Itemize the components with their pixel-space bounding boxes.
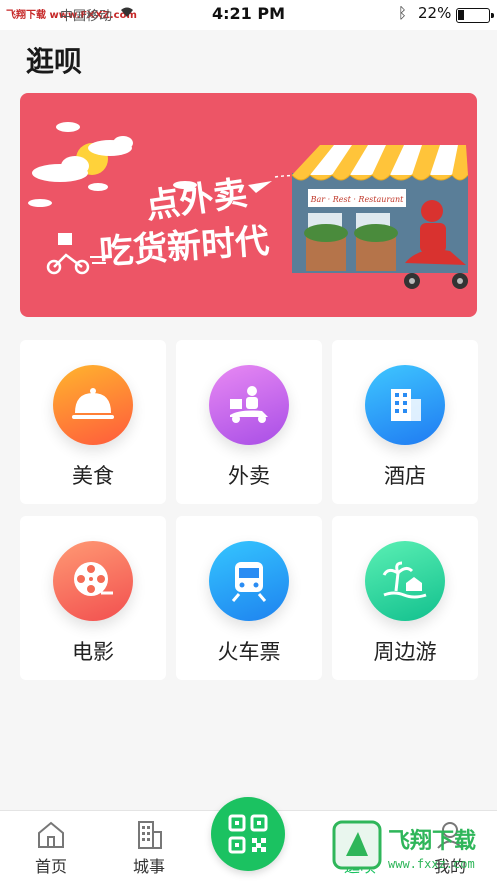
service-tile-food[interactable]: 美食 <box>20 340 166 504</box>
watermark-url: www.fxxz.com <box>388 857 475 871</box>
tab-city[interactable]: 城事 <box>109 811 189 883</box>
service-label-travel: 周边游 <box>373 640 437 664</box>
banner-subline: 吃货新时代 <box>98 221 270 273</box>
service-tile-movie[interactable]: 电影 <box>20 516 166 680</box>
battery-percent: 22% <box>418 4 452 22</box>
food-cloche-icon <box>53 365 133 445</box>
service-label-train: 火车票 <box>217 640 281 664</box>
home-icon <box>38 821 64 848</box>
site-watermark: 飞翔下载 www.fxxz.com <box>332 820 476 871</box>
film-reel-icon <box>53 541 133 621</box>
watermark-title: 飞翔下载 <box>388 828 476 854</box>
battery-icon <box>456 8 494 23</box>
tab-home[interactable]: 首页 <box>11 811 91 883</box>
delivery-scooter-icon <box>209 365 289 445</box>
service-label-delivery: 外卖 <box>228 464 270 488</box>
island-palm-icon <box>365 541 445 621</box>
qr-scan-button[interactable] <box>211 797 285 871</box>
city-building-icon <box>138 821 162 849</box>
service-label-hotel: 酒店 <box>384 464 426 488</box>
qr-scan-icon <box>228 814 268 854</box>
status-bar: 飞翔下载 www.FXXZ.com 中国移动 4:21 PM ᛒ 22% <box>0 0 497 30</box>
tab-city-label: 城事 <box>132 857 165 876</box>
banner-headline: 点外卖 <box>143 173 250 227</box>
service-tile-hotel[interactable]: 酒店 <box>332 340 478 504</box>
banner-illustration: Bar · Rest · Restaurant 点外卖 吃货新时代 <box>28 122 469 289</box>
bluetooth-icon: ᛒ <box>398 4 408 22</box>
train-icon <box>209 541 289 621</box>
service-tile-travel[interactable]: 周边游 <box>332 516 478 680</box>
service-label-movie: 电影 <box>72 640 114 664</box>
service-tile-delivery[interactable]: 外卖 <box>176 340 322 504</box>
page-title: 逛呗 <box>26 45 83 78</box>
service-label-food: 美食 <box>72 464 114 488</box>
tab-home-label: 首页 <box>34 857 67 876</box>
hotel-building-icon <box>365 365 445 445</box>
shop-sign-text: Bar · Rest · Restaurant <box>310 195 405 204</box>
promo-banner[interactable]: Bar · Rest · Restaurant 点外卖 吃货新时代 <box>20 93 477 317</box>
service-tile-train[interactable]: 火车票 <box>176 516 322 680</box>
